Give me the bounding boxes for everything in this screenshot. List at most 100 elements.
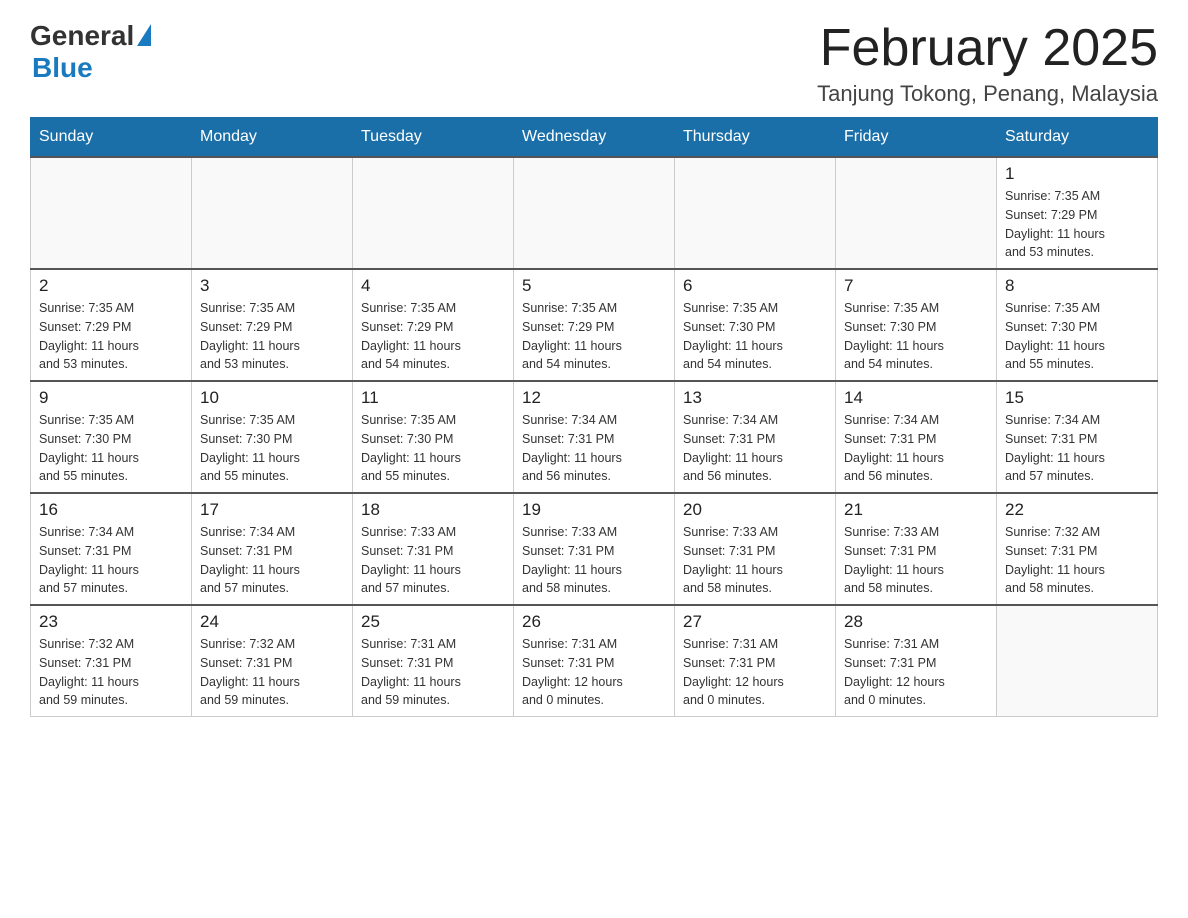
page-header: General Blue February 2025 Tanjung Tokon… <box>30 20 1158 107</box>
title-block: February 2025 Tanjung Tokong, Penang, Ma… <box>817 20 1158 107</box>
day-info: Sunrise: 7:35 AMSunset: 7:30 PMDaylight:… <box>683 299 827 374</box>
calendar-cell: 28 Sunrise: 7:31 AMSunset: 7:31 PMDayligh… <box>836 605 997 717</box>
calendar-cell <box>997 605 1158 717</box>
calendar-cell <box>31 157 192 269</box>
day-info: Sunrise: 7:31 AMSunset: 7:31 PMDaylight:… <box>522 635 666 710</box>
calendar-cell: 1 Sunrise: 7:35 AMSunset: 7:29 PMDaylight… <box>997 157 1158 269</box>
calendar-cell: 4 Sunrise: 7:35 AMSunset: 7:29 PMDaylight… <box>353 269 514 381</box>
weekday-header-tuesday: Tuesday <box>353 118 514 158</box>
calendar-cell: 21Sunrise: 7:33 AMSunset: 7:31 PMDayligh… <box>836 493 997 605</box>
day-number: 26 <box>522 612 666 632</box>
day-number: 14 <box>844 388 988 408</box>
day-number: 13 <box>683 388 827 408</box>
day-number: 17 <box>200 500 344 520</box>
day-info: Sunrise: 7:33 AMSunset: 7:31 PMDaylight:… <box>683 523 827 598</box>
day-number: 6 <box>683 276 827 296</box>
day-number: 28 <box>844 612 988 632</box>
calendar-cell: 2Sunrise: 7:35 AMSunset: 7:29 PMDaylight… <box>31 269 192 381</box>
calendar-cell: 26 Sunrise: 7:31 AMSunset: 7:31 PMDayligh… <box>514 605 675 717</box>
calendar-cell: 23 Sunrise: 7:32 AMSunset: 7:31 PMDayligh… <box>31 605 192 717</box>
day-number: 5 <box>522 276 666 296</box>
day-info: Sunrise: 7:33 AMSunset: 7:31 PMDaylight:… <box>361 523 505 598</box>
day-number: 27 <box>683 612 827 632</box>
week-row-1: 1 Sunrise: 7:35 AMSunset: 7:29 PMDaylight… <box>31 157 1158 269</box>
logo-blue-text: Blue <box>32 52 93 84</box>
calendar-cell <box>192 157 353 269</box>
logo-general-text: General <box>30 20 134 52</box>
calendar-cell: 20 Sunrise: 7:33 AMSunset: 7:31 PMDayligh… <box>675 493 836 605</box>
week-row-5: 23 Sunrise: 7:32 AMSunset: 7:31 PMDayligh… <box>31 605 1158 717</box>
week-row-4: 16Sunrise: 7:34 AMSunset: 7:31 PMDayligh… <box>31 493 1158 605</box>
day-info: Sunrise: 7:35 AMSunset: 7:30 PMDaylight:… <box>1005 299 1149 374</box>
location-subtitle: Tanjung Tokong, Penang, Malaysia <box>817 81 1158 107</box>
day-number: 15 <box>1005 388 1149 408</box>
day-info: Sunrise: 7:35 AMSunset: 7:29 PMDaylight:… <box>361 299 505 374</box>
day-info: Sunrise: 7:34 AMSunset: 7:31 PMDaylight:… <box>1005 411 1149 486</box>
calendar-cell: 24 Sunrise: 7:32 AMSunset: 7:31 PMDayligh… <box>192 605 353 717</box>
day-info: Sunrise: 7:35 AMSunset: 7:30 PMDaylight:… <box>200 411 344 486</box>
calendar-cell: 9 Sunrise: 7:35 AMSunset: 7:30 PMDaylight… <box>31 381 192 493</box>
day-number: 24 <box>200 612 344 632</box>
day-info: Sunrise: 7:35 AMSunset: 7:30 PMDaylight:… <box>361 411 505 486</box>
day-number: 23 <box>39 612 183 632</box>
day-number: 4 <box>361 276 505 296</box>
day-number: 1 <box>1005 164 1149 184</box>
day-info: Sunrise: 7:31 AMSunset: 7:31 PMDaylight:… <box>683 635 827 710</box>
calendar-cell: 15 Sunrise: 7:34 AMSunset: 7:31 PMDayligh… <box>997 381 1158 493</box>
calendar-cell: 13Sunrise: 7:34 AMSunset: 7:31 PMDayligh… <box>675 381 836 493</box>
calendar-table: SundayMondayTuesdayWednesdayThursdayFrid… <box>30 117 1158 717</box>
calendar-cell: 5 Sunrise: 7:35 AMSunset: 7:29 PMDaylight… <box>514 269 675 381</box>
week-row-3: 9 Sunrise: 7:35 AMSunset: 7:30 PMDaylight… <box>31 381 1158 493</box>
calendar-cell: 11 Sunrise: 7:35 AMSunset: 7:30 PMDayligh… <box>353 381 514 493</box>
weekday-header-sunday: Sunday <box>31 118 192 158</box>
weekday-header-saturday: Saturday <box>997 118 1158 158</box>
day-number: 25 <box>361 612 505 632</box>
day-info: Sunrise: 7:35 AMSunset: 7:29 PMDaylight:… <box>1005 187 1149 262</box>
calendar-cell: 18 Sunrise: 7:33 AMSunset: 7:31 PMDayligh… <box>353 493 514 605</box>
day-info: Sunrise: 7:33 AMSunset: 7:31 PMDaylight:… <box>844 523 988 598</box>
day-info: Sunrise: 7:35 AMSunset: 7:30 PMDaylight:… <box>39 411 183 486</box>
calendar-cell: 7Sunrise: 7:35 AMSunset: 7:30 PMDaylight… <box>836 269 997 381</box>
day-number: 10 <box>200 388 344 408</box>
day-number: 11 <box>361 388 505 408</box>
day-info: Sunrise: 7:35 AMSunset: 7:29 PMDaylight:… <box>522 299 666 374</box>
calendar-cell: 19Sunrise: 7:33 AMSunset: 7:31 PMDayligh… <box>514 493 675 605</box>
calendar-cell: 27 Sunrise: 7:31 AMSunset: 7:31 PMDayligh… <box>675 605 836 717</box>
week-row-2: 2 Sunrise: 7:35 AMSunset: 7:29 PMDaylight… <box>31 269 1158 381</box>
day-number: 2 <box>39 276 183 296</box>
day-info: Sunrise: 7:34 AMSunset: 7:31 PMDaylight:… <box>844 411 988 486</box>
weekday-header-friday: Friday <box>836 118 997 158</box>
month-year-title: February 2025 <box>817 20 1158 77</box>
day-number: 22 <box>1005 500 1149 520</box>
day-info: Sunrise: 7:32 AMSunset: 7:31 PMDaylight:… <box>200 635 344 710</box>
day-number: 8 <box>1005 276 1149 296</box>
day-number: 18 <box>361 500 505 520</box>
calendar-cell: 6 Sunrise: 7:35 AMSunset: 7:30 PMDaylight… <box>675 269 836 381</box>
weekday-header-thursday: Thursday <box>675 118 836 158</box>
day-number: 20 <box>683 500 827 520</box>
calendar-cell: 14 Sunrise: 7:34 AMSunset: 7:31 PMDayligh… <box>836 381 997 493</box>
weekday-header-monday: Monday <box>192 118 353 158</box>
day-number: 19 <box>522 500 666 520</box>
calendar-cell: 10 Sunrise: 7:35 AMSunset: 7:30 PMDayligh… <box>192 381 353 493</box>
calendar-cell: 25 Sunrise: 7:31 AMSunset: 7:31 PMDayligh… <box>353 605 514 717</box>
calendar-cell: 22 Sunrise: 7:32 AMSunset: 7:31 PMDayligh… <box>997 493 1158 605</box>
day-info: Sunrise: 7:32 AMSunset: 7:31 PMDaylight:… <box>39 635 183 710</box>
weekday-header-wednesday: Wednesday <box>514 118 675 158</box>
calendar-cell <box>353 157 514 269</box>
calendar-cell: 8 Sunrise: 7:35 AMSunset: 7:30 PMDaylight… <box>997 269 1158 381</box>
calendar-cell: 12Sunrise: 7:34 AMSunset: 7:31 PMDayligh… <box>514 381 675 493</box>
day-number: 12 <box>522 388 666 408</box>
logo: General Blue <box>30 20 151 84</box>
calendar-cell <box>675 157 836 269</box>
weekday-header-row: SundayMondayTuesdayWednesdayThursdayFrid… <box>31 118 1158 158</box>
day-info: Sunrise: 7:32 AMSunset: 7:31 PMDaylight:… <box>1005 523 1149 598</box>
calendar-cell: 3Sunrise: 7:35 AMSunset: 7:29 PMDaylight… <box>192 269 353 381</box>
day-info: Sunrise: 7:35 AMSunset: 7:29 PMDaylight:… <box>200 299 344 374</box>
day-info: Sunrise: 7:34 AMSunset: 7:31 PMDaylight:… <box>39 523 183 598</box>
calendar-cell: 16Sunrise: 7:34 AMSunset: 7:31 PMDayligh… <box>31 493 192 605</box>
day-info: Sunrise: 7:31 AMSunset: 7:31 PMDaylight:… <box>361 635 505 710</box>
day-number: 9 <box>39 388 183 408</box>
calendar-cell: 17Sunrise: 7:34 AMSunset: 7:31 PMDayligh… <box>192 493 353 605</box>
day-info: Sunrise: 7:31 AMSunset: 7:31 PMDaylight:… <box>844 635 988 710</box>
